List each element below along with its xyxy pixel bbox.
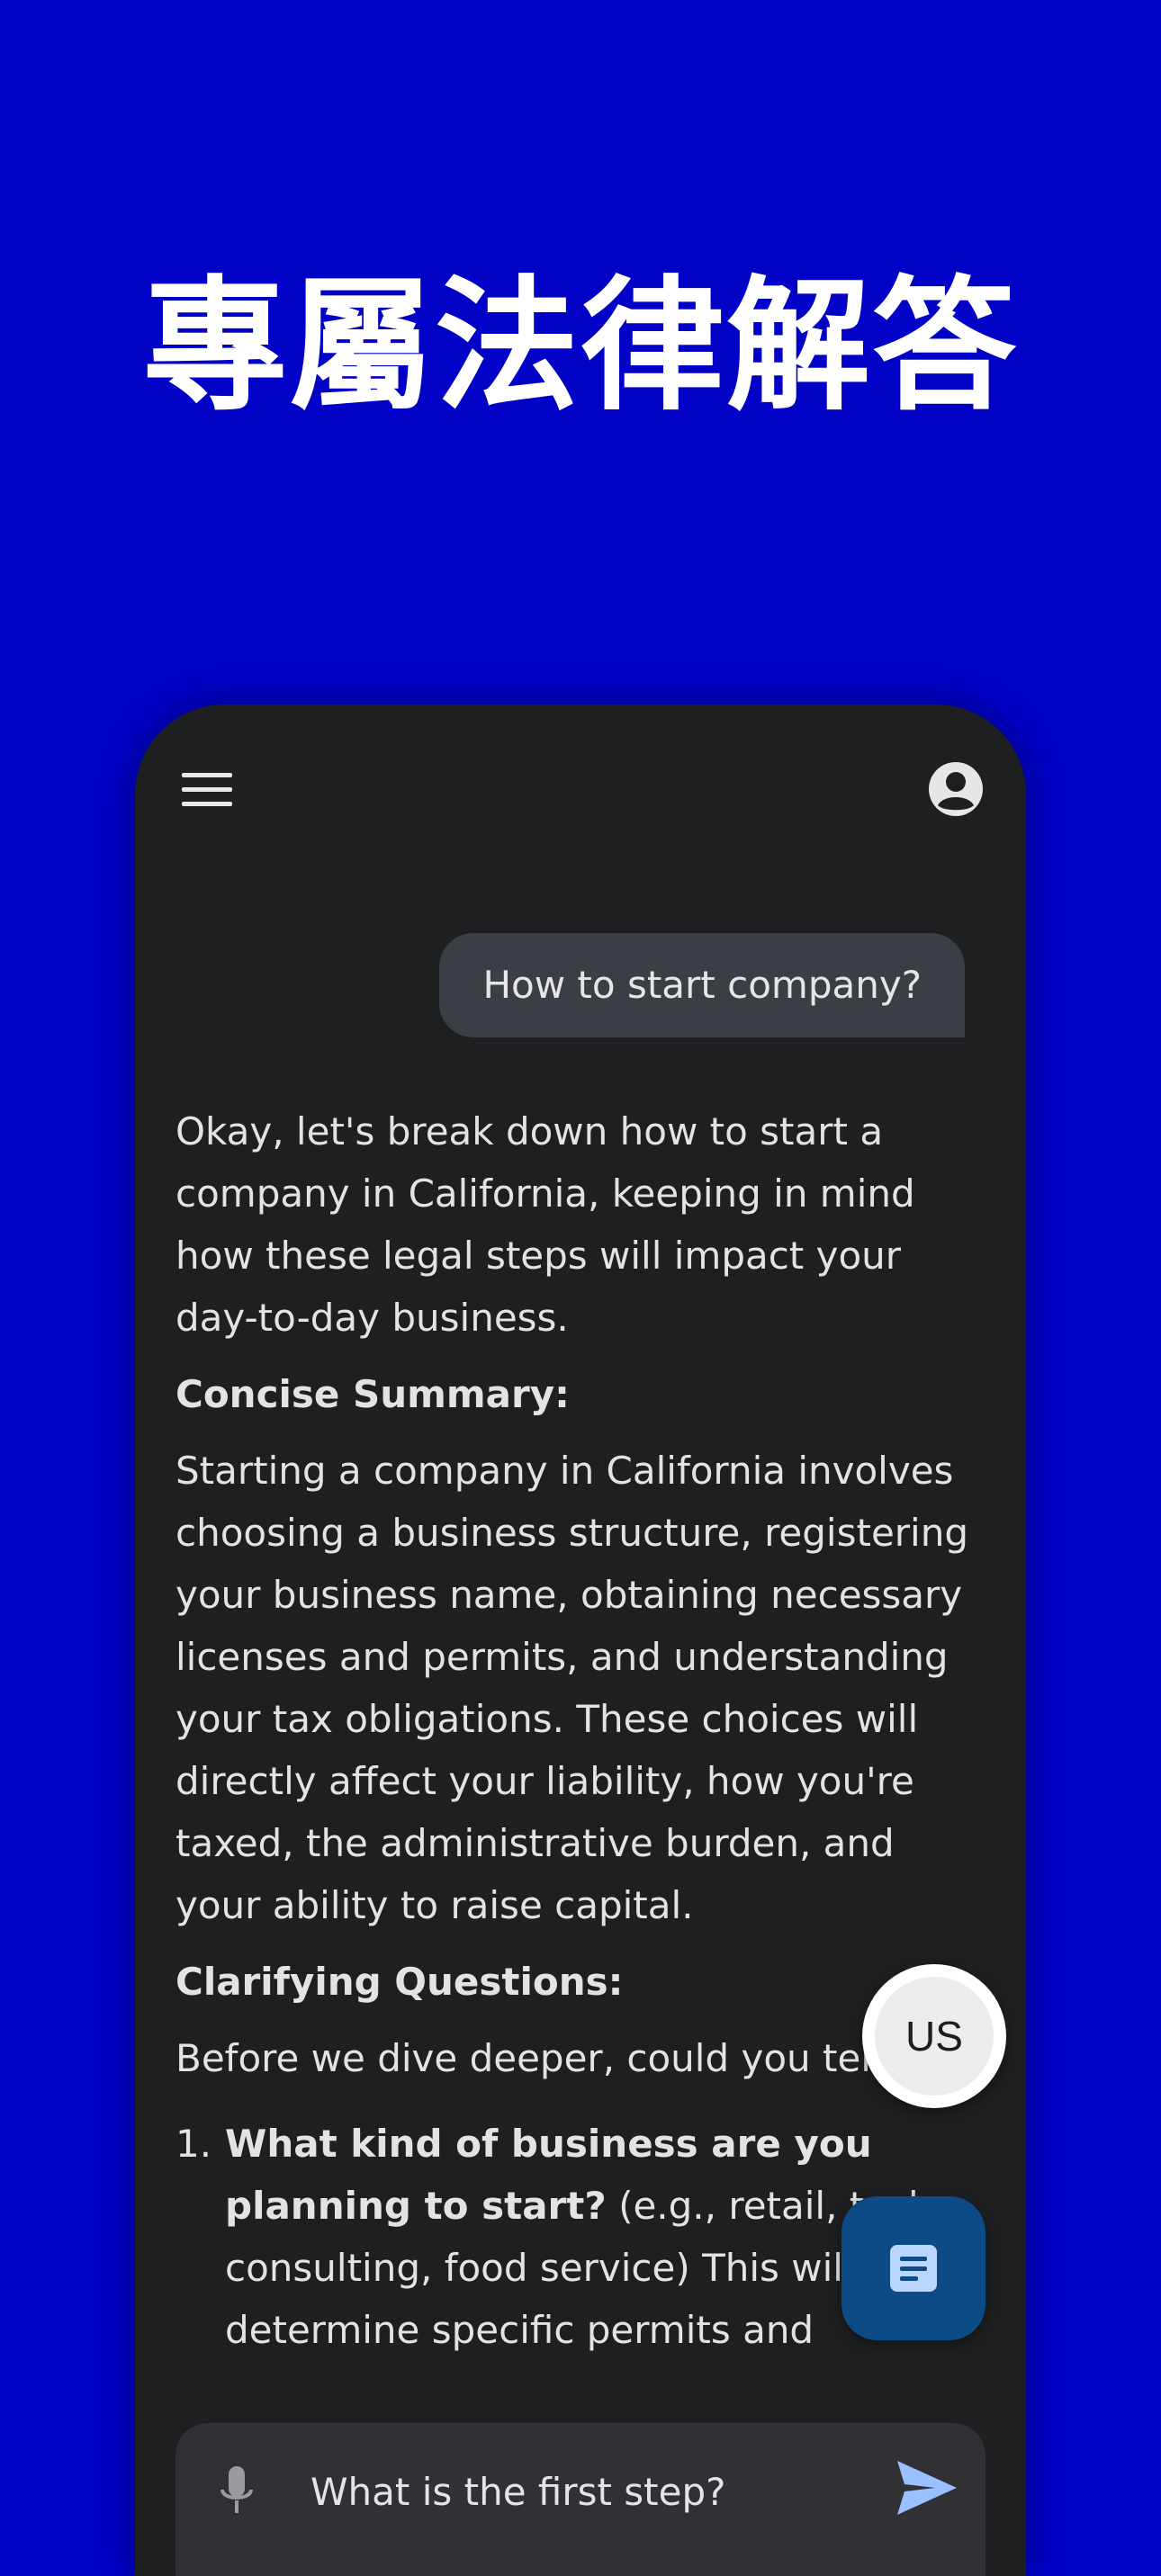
send-icon[interactable] [896, 2459, 958, 2517]
region-label: US [875, 1977, 994, 2096]
app-top-bar [135, 705, 1026, 866]
microphone-icon[interactable] [219, 2464, 255, 2518]
account-circle-icon[interactable] [927, 760, 985, 818]
questions-heading: Clarifying Questions: [176, 1960, 624, 2004]
document-button[interactable] [842, 2196, 986, 2340]
region-us-button[interactable]: US [862, 1964, 1006, 2108]
document-icon [890, 2245, 937, 2292]
assistant-answer: Okay, let's break down how to start a co… [176, 1100, 986, 2361]
user-message-bubble: How to start company? [439, 933, 965, 1037]
summary-heading: Concise Summary: [176, 1372, 570, 1416]
list-number: 1. [176, 2122, 212, 2166]
summary-text: Starting a company in California involve… [176, 1449, 968, 1927]
message-input[interactable] [310, 2455, 814, 2527]
message-input-bar [176, 2423, 986, 2576]
menu-icon[interactable] [182, 767, 232, 812]
answer-intro: Okay, let's break down how to start a co… [176, 1109, 915, 1340]
promo-headline: 專屬法律解答 [142, 262, 1018, 430]
phone-screen: How to start company? Okay, let's break … [135, 705, 1026, 2576]
